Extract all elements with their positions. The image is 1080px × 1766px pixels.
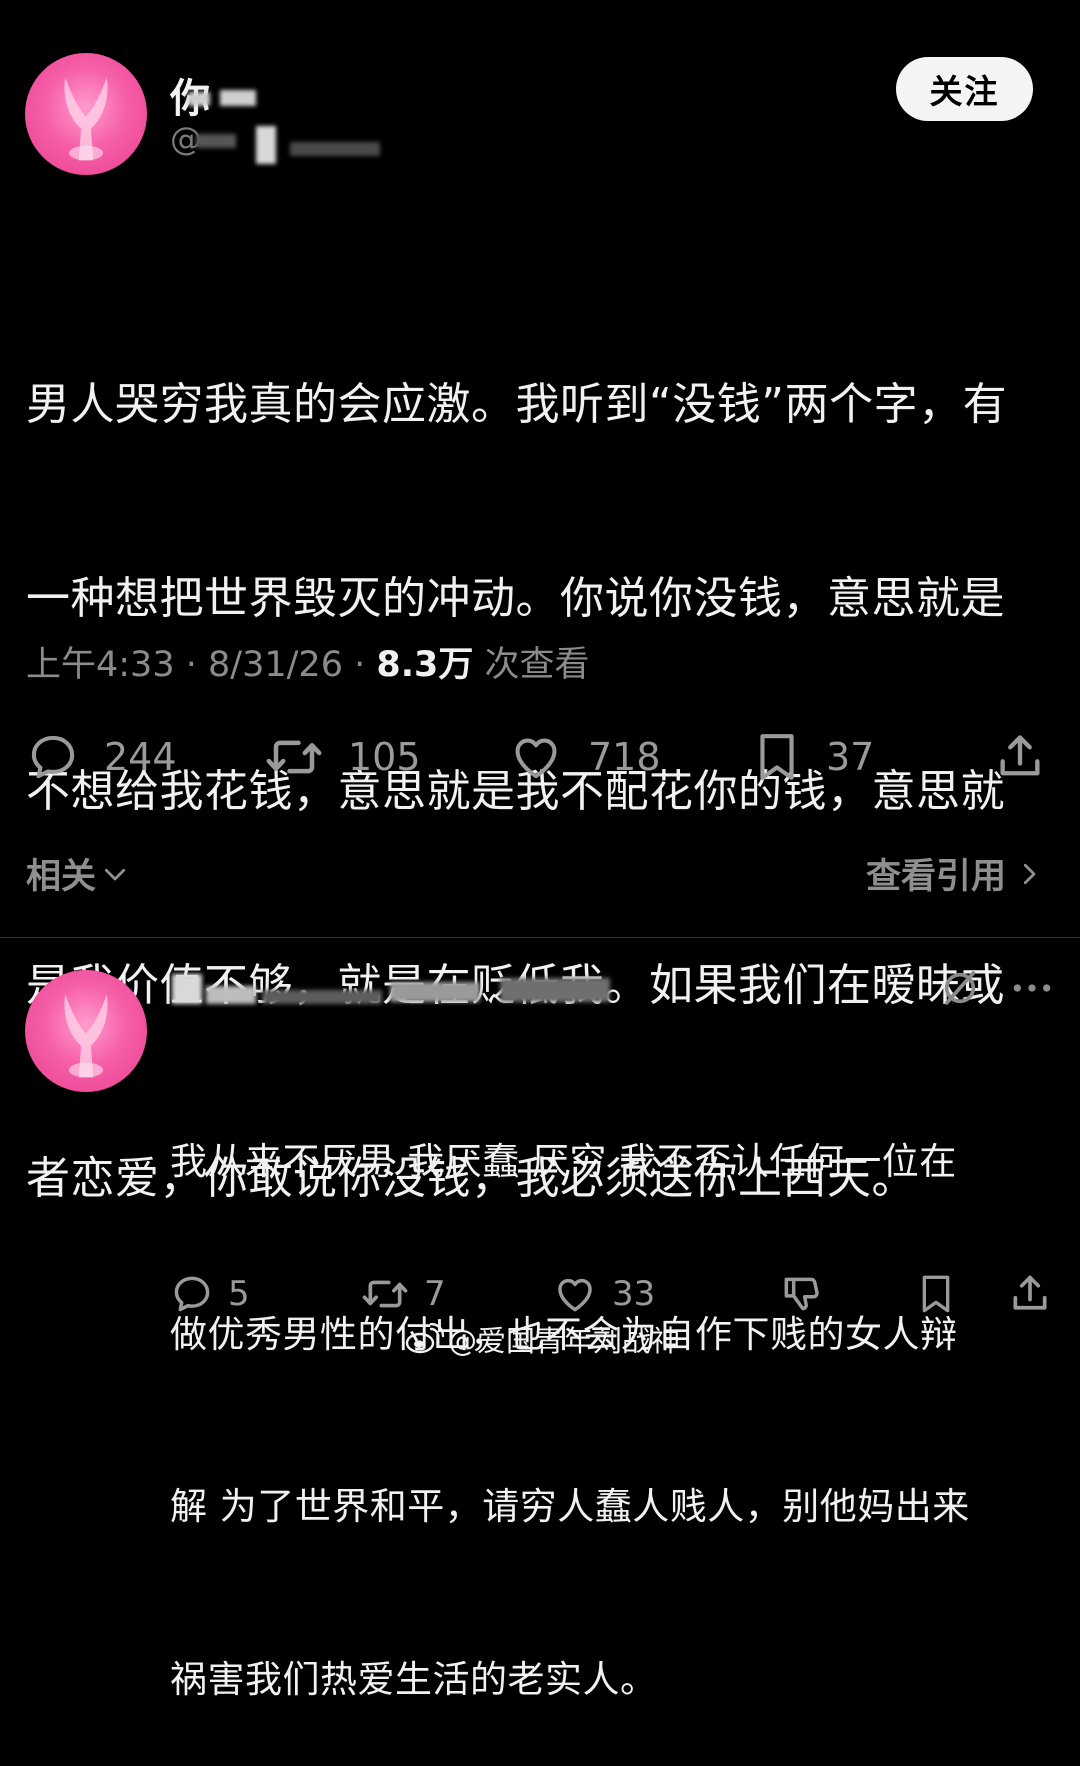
author-handle-redacted [290, 142, 380, 156]
related-label: 相关 [26, 857, 97, 897]
heart-icon [515, 738, 557, 779]
dislike-icon [784, 1277, 819, 1311]
share-icon [1013, 1275, 1047, 1310]
post-text-line: 男人哭穷我真的会应激。我听到“没钱”两个字，有 [26, 379, 1008, 430]
post-meta: 上午4:33 · 8/31/26 · 8.3万 次查看 [26, 636, 590, 687]
reply-repost-button[interactable]: 7 [360, 1272, 446, 1316]
weibo-icon [405, 1323, 444, 1354]
meta-separator: · [354, 645, 366, 685]
bookmark-icon [760, 734, 794, 780]
reply-count: 244 [104, 735, 177, 779]
reply-author-redacted [500, 978, 610, 1002]
reply-repost-count: 7 [424, 1274, 446, 1314]
reply-bookmark-button[interactable] [916, 1272, 956, 1316]
repost-icon [362, 1280, 408, 1308]
repost-count: 105 [348, 735, 421, 779]
reply-icon [174, 1276, 210, 1312]
view-count: 8.3万 [376, 645, 474, 685]
bookmark-button[interactable]: 37 [752, 730, 874, 784]
heart-icon [558, 1278, 592, 1312]
like-count: 718 [588, 735, 661, 779]
reply-reply-count: 5 [228, 1274, 250, 1314]
share-button[interactable] [994, 730, 1046, 784]
grok-button[interactable] [940, 968, 980, 1012]
reply-author-redacted [390, 982, 480, 1002]
bookmark-count: 37 [826, 735, 875, 779]
author-name-redacted [188, 92, 210, 106]
section-divider [0, 937, 1080, 938]
post-text-line: 一种想把世界毁灭的冲动。你说你没钱，意思就是 [26, 572, 1005, 624]
view-quotes-link[interactable]: 查看引用 [866, 848, 1044, 899]
author-handle-redacted [256, 126, 276, 164]
chevron-right-icon [1023, 863, 1036, 884]
grok-icon [944, 971, 976, 1005]
share-icon [1000, 735, 1040, 776]
author-handle-redacted [196, 134, 236, 148]
reply-like-button[interactable]: 33 [552, 1272, 655, 1316]
author-name-redacted [220, 90, 256, 106]
related-toggle[interactable]: 相关 [26, 848, 130, 899]
follow-button[interactable]: 关注 [896, 57, 1033, 121]
like-button[interactable]: 718 [508, 730, 661, 784]
reply-author-redacted [206, 986, 256, 1004]
bookmark-icon [922, 1275, 950, 1313]
watermark-text: @爱国青年刘战神 [448, 1324, 681, 1358]
repost-icon [266, 740, 322, 774]
reply-reply-button[interactable]: 5 [170, 1272, 250, 1316]
weibo-watermark: @爱国青年刘战神 [404, 1318, 680, 1360]
reply-text-line: 我从来不厌男 我厌蠢 厌穷 我不否认任何一位在 [170, 1140, 957, 1183]
post-time[interactable]: 上午4:33 [26, 645, 175, 685]
meta-separator: · [185, 645, 197, 685]
reply-like-count: 33 [612, 1274, 656, 1314]
view-label: 次查看 [484, 645, 590, 685]
more-options-button[interactable] [1010, 972, 1054, 1008]
author-avatar[interactable] [25, 53, 147, 175]
reply-dislike-button[interactable] [778, 1272, 824, 1316]
more-icon [1013, 984, 1051, 992]
reply-author-redacted [172, 974, 202, 1004]
reply-text-line: 祸害我们热爱生活的老实人。 [170, 1657, 658, 1701]
avatar-image [64, 77, 108, 161]
reply-text: 我从来不厌男 我厌蠢 厌穷 我不否认任何一位在 做优秀男性的付出，也不会为自作下… [170, 1018, 1060, 1766]
post-date[interactable]: 8/31/26 [208, 645, 343, 685]
reply-share-button[interactable] [1008, 1272, 1052, 1316]
reply-button[interactable]: 244 [26, 730, 177, 784]
view-quotes-label: 查看引用 [865, 857, 1006, 897]
reply-text-line: 解 为了世界和平，请穷人蠢人贱人，别他妈出来 [170, 1485, 970, 1528]
reply-author-avatar[interactable] [25, 970, 147, 1092]
repost-button[interactable]: 105 [264, 730, 421, 784]
chevron-down-icon [104, 868, 126, 880]
avatar-image [64, 994, 108, 1078]
reply-author-redacted [262, 990, 382, 1004]
reply-icon [31, 735, 75, 779]
